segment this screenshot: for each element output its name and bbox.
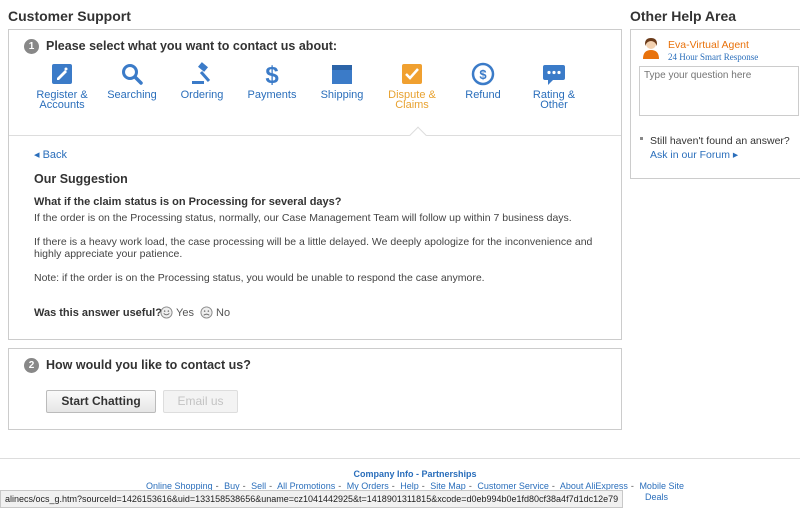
footer-company-links[interactable]: Company Info - Partnerships: [0, 469, 800, 479]
smile-icon: [160, 306, 173, 319]
yes-button[interactable]: Yes: [160, 306, 194, 319]
useful-prompt: Was this answer useful?: [34, 307, 162, 319]
category-label: Payments: [247, 89, 297, 101]
footer-link[interactable]: Mobile Site: [639, 481, 684, 491]
category-label: Refund: [465, 89, 501, 101]
forum-link[interactable]: Ask in our Forum ▸: [650, 149, 738, 161]
question-input[interactable]: [639, 66, 799, 116]
refund-icon: $: [471, 62, 495, 86]
category-dispute-claims[interactable]: Dispute & Claims: [372, 62, 452, 111]
category-ordering[interactable]: Ordering: [162, 62, 242, 101]
dispute-icon: [402, 64, 422, 84]
category-label: Searching: [107, 89, 157, 101]
forum-label: Ask in our Forum: [650, 149, 730, 161]
dollar-icon: $: [265, 62, 279, 86]
help-area-title: Other Help Area: [630, 8, 737, 24]
back-link[interactable]: ◂ Back: [34, 148, 67, 161]
step-1-title: Please select what you want to contact u…: [46, 39, 338, 53]
box-icon: [332, 65, 352, 84]
search-icon: [122, 64, 143, 85]
browser-status-bar: alinecs/ocs_g.htm?sourceId=1426153616&ui…: [0, 490, 624, 508]
category-rating-other[interactable]: Rating & Other: [514, 62, 594, 111]
start-chatting-button[interactable]: Start Chatting: [46, 390, 156, 413]
category-bar: Register & Accounts Searching Ordering $…: [9, 62, 621, 134]
bullet-icon: [640, 137, 643, 140]
step-2-title: How would you like to contact us?: [46, 358, 251, 372]
category-shipping[interactable]: Shipping: [302, 62, 382, 101]
not-found-text: Still haven't found an answer?: [650, 135, 790, 147]
category-payments[interactable]: $ Payments: [232, 62, 312, 101]
yes-label: Yes: [176, 306, 194, 319]
answer-paragraph: If there is a heavy work load, the case …: [34, 236, 593, 260]
suggestion-title: Our Suggestion: [34, 172, 128, 186]
email-us-button[interactable]: Email us: [163, 390, 238, 413]
category-label: Shipping: [320, 89, 364, 101]
arrow-right-icon: ▸: [729, 149, 739, 161]
svg-text:$: $: [265, 62, 279, 86]
contact-topic-panel: 1 Please select what you want to contact…: [8, 29, 622, 340]
svg-text:$: $: [479, 67, 487, 82]
agent-name: Eva-Virtual Agent: [668, 39, 749, 51]
category-register-accounts[interactable]: Register & Accounts: [22, 62, 102, 111]
category-label: Ordering: [180, 89, 224, 101]
category-label: Accounts: [39, 99, 85, 111]
contact-method-panel: 2 How would you like to contact us? Star…: [8, 348, 622, 430]
gavel-icon: [192, 62, 211, 84]
step-1-badge: 1: [24, 39, 39, 54]
category-refund[interactable]: $ Refund: [443, 62, 523, 101]
other-help-panel: Eva-Virtual Agent 24 Hour Smart Response…: [630, 29, 800, 179]
page-title: Customer Support: [8, 8, 131, 24]
step-2-badge: 2: [24, 358, 39, 373]
register-icon: [52, 64, 72, 84]
back-arrow-icon: ◂: [34, 149, 43, 161]
question-text: What if the claim status is on Processin…: [34, 196, 342, 208]
no-button[interactable]: No: [200, 306, 230, 319]
no-label: No: [216, 306, 231, 319]
chat-icon: [543, 65, 565, 85]
answer-paragraph: Note: if the order is on the Processing …: [34, 272, 485, 284]
agent-subtitle: 24 Hour Smart Response: [668, 52, 759, 62]
category-label: Other: [540, 99, 568, 111]
footer-deals-link[interactable]: Deals: [645, 492, 668, 502]
category-searching[interactable]: Searching: [92, 62, 172, 101]
frown-icon: [200, 306, 213, 319]
category-label: Claims: [395, 99, 429, 111]
divider: [9, 135, 621, 136]
back-label: Back: [42, 149, 68, 161]
agent-avatar-icon: [643, 38, 659, 59]
footer-divider: [0, 458, 800, 459]
answer-paragraph: If the order is on the Processing status…: [34, 212, 572, 224]
